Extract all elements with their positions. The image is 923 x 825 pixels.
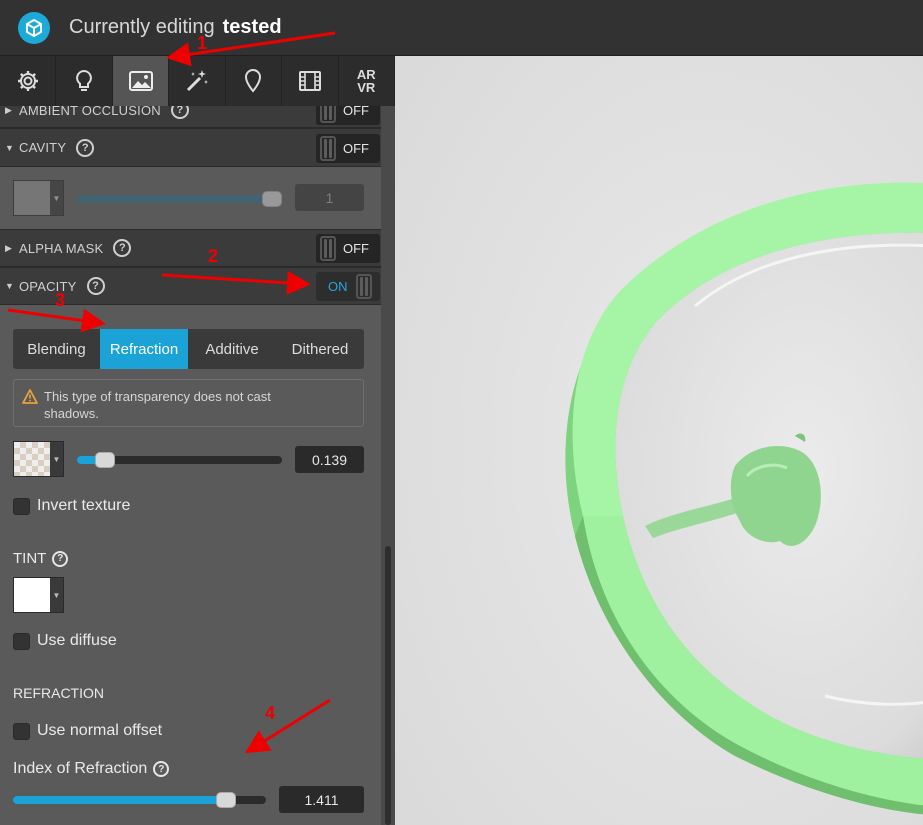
help-icon[interactable]: ? [86, 277, 105, 295]
cavity-toggle[interactable]: OFF [316, 134, 380, 163]
cavity-slider[interactable] [77, 191, 282, 207]
model-render [395, 56, 923, 825]
section-label: CAVITY [19, 140, 67, 155]
tab-lighting[interactable] [56, 56, 113, 106]
annotation-2: 2 [208, 246, 219, 266]
tab-annotations[interactable] [226, 56, 283, 106]
materials-panel: ▶ AMBIENT OCCLUSION ? OFF ▼ CAVITY ? OFF… [0, 106, 395, 825]
chevron-right-icon: ▶ [5, 106, 12, 115]
mode-additive[interactable]: Additive [188, 329, 276, 369]
app-header: Currently editing tested [0, 0, 923, 56]
ior-heading: Index of Refraction? [13, 760, 170, 778]
help-icon[interactable]: ? [153, 761, 170, 777]
section-ambient-occlusion[interactable]: ▶ AMBIENT OCCLUSION ? OFF [0, 106, 381, 128]
mode-refraction[interactable]: Refraction [100, 329, 188, 369]
app-logo-icon[interactable] [18, 11, 50, 44]
annotation-3: 3 [55, 290, 66, 310]
editor-toolbar: AR VR [0, 56, 395, 106]
scrollbar-thumb[interactable] [385, 546, 391, 825]
section-alpha-mask[interactable]: ▶ ALPHA MASK ? OFF [0, 229, 381, 267]
ambient-occlusion-toggle[interactable]: OFF [316, 106, 380, 125]
3d-viewport[interactable] [395, 56, 923, 825]
chevron-down-icon: ▼ [50, 442, 63, 476]
mode-blending[interactable]: Blending [13, 329, 100, 369]
help-icon[interactable]: ? [52, 550, 69, 567]
opacity-mode-selector: Blending Refraction Additive Dithered [13, 329, 364, 369]
opacity-texture-swatch[interactable]: ▼ [13, 441, 64, 477]
chevron-down-icon: ▼ [5, 281, 14, 291]
tab-post-processing[interactable] [169, 56, 226, 106]
warning-line-1: This type of transparency does not cast [44, 389, 271, 404]
magic-wand-icon [186, 70, 208, 92]
alpha-mask-toggle[interactable]: OFF [316, 234, 380, 263]
chevron-down-icon: ▼ [5, 142, 14, 153]
use-diffuse-checkbox[interactable]: Use diffuse [13, 632, 117, 650]
checker-texture-icon [14, 442, 50, 476]
transparency-warning: This type of transparency does not cast s… [13, 379, 364, 427]
section-label: OPACITY [19, 278, 77, 294]
help-icon[interactable]: ? [76, 138, 95, 157]
ior-slider[interactable] [13, 792, 266, 808]
editing-title: Currently editing tested [69, 16, 282, 39]
project-name: tested [222, 16, 282, 38]
warning-line-2: shadows. [44, 406, 99, 421]
image-icon [128, 71, 153, 91]
film-icon [298, 71, 321, 91]
cavity-value-input[interactable]: 1 [295, 184, 364, 211]
tab-materials[interactable] [112, 56, 170, 106]
refraction-heading: REFRACTION [13, 685, 104, 701]
help-icon[interactable]: ? [113, 239, 132, 257]
section-label: AMBIENT OCCLUSION [19, 106, 161, 118]
section-cavity[interactable]: ▼ CAVITY ? OFF [0, 128, 381, 167]
ior-value-input[interactable]: 1.411 [279, 786, 364, 813]
chevron-right-icon: ▶ [5, 242, 12, 253]
section-label: ALPHA MASK [19, 240, 104, 256]
use-normal-offset-checkbox[interactable]: Use normal offset [13, 722, 162, 740]
warning-icon [22, 389, 38, 404]
tab-settings[interactable] [0, 56, 57, 106]
annotation-4: 4 [265, 703, 276, 723]
mode-dithered[interactable]: Dithered [276, 329, 364, 369]
panel-scrollbar[interactable] [381, 106, 395, 825]
annotation-1: 1 [197, 33, 208, 53]
tint-heading: TINT? [13, 550, 69, 567]
invert-texture-checkbox[interactable]: Invert texture [13, 497, 130, 515]
chevron-down-icon: ▼ [50, 181, 63, 215]
tab-animation[interactable] [282, 56, 339, 106]
gear-icon [17, 71, 38, 91]
lightbulb-icon [76, 69, 93, 91]
tint-color-swatch[interactable]: ▼ [13, 577, 64, 613]
ar-vr-icon: AR VR [356, 67, 376, 95]
cavity-color-swatch[interactable]: ▼ [13, 180, 64, 216]
opacity-value-input[interactable]: 0.139 [295, 446, 364, 473]
map-pin-icon [245, 68, 262, 93]
opacity-slider[interactable] [77, 452, 282, 468]
opacity-toggle[interactable]: ON [316, 272, 380, 301]
help-icon[interactable]: ? [170, 106, 189, 119]
chevron-down-icon: ▼ [50, 578, 63, 612]
tab-ar-vr[interactable]: AR VR [339, 56, 395, 106]
editing-label: Currently editing [69, 16, 215, 38]
